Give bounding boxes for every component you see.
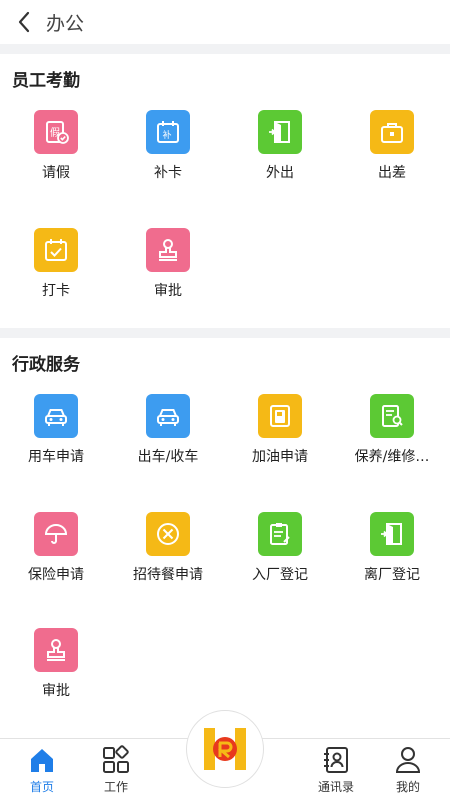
tab-contacts[interactable]: 通讯录 [296,745,376,799]
fuel-icon [258,394,302,438]
tab-profile[interactable]: 我的 [368,745,448,799]
item-label: 外出 [266,165,294,181]
item-label: 补卡 [154,165,182,181]
section-divider [0,328,450,338]
center-logo-button[interactable] [186,710,264,788]
home-icon [31,749,53,772]
admin-fuel-request-button[interactable]: 加油申请 [224,394,336,494]
attendance-clock-in-button[interactable]: 打卡 [0,228,112,328]
section-divider [0,44,450,54]
top-bar: 办公 [0,0,450,44]
item-label: 招待餐申请 [133,567,203,583]
item-label: 出车/收车 [137,449,199,465]
admin-entry-registration-button[interactable]: 入厂登记 [224,512,336,612]
stamp-icon [34,628,78,672]
section-title-admin-services: 行政服务 [12,355,80,375]
door-exit-icon [370,512,414,556]
admin-exit-registration-button[interactable]: 离厂登记 [336,512,448,612]
tab-work[interactable]: 工作 [76,745,156,799]
section-title-attendance: 员工考勤 [12,71,80,91]
attendance-business-trip-button[interactable]: 出差 [336,110,448,210]
attendance-makeup-card-button[interactable]: 补 补卡 [112,110,224,210]
car-icon [146,394,190,438]
calendar-check-icon [34,228,78,272]
car-icon [34,394,78,438]
umbrella-icon [34,512,78,556]
admin-approval-button[interactable]: 审批 [0,628,112,728]
admin-maintenance-button[interactable]: 保养/维修… [336,394,448,494]
attendance-go-out-button[interactable]: 外出 [224,110,336,210]
admin-dispatch-return-button[interactable]: 出车/收车 [112,394,224,494]
back-button[interactable] [4,0,44,44]
item-label: 离厂登记 [364,567,420,583]
attendance-leave-button[interactable]: 假 请假 [0,110,112,210]
attendance-approval-button[interactable]: 审批 [112,228,224,328]
item-label: 审批 [154,283,182,299]
back-arrow-icon [18,11,30,33]
tab-label: 工作 [103,780,128,794]
leave-icon: 假 [34,110,78,154]
item-label: 保险申请 [28,567,84,583]
company-logo-icon [204,728,246,770]
contacts-icon [324,747,348,773]
page-title: 办公 [46,12,85,35]
svg-text:补: 补 [163,129,172,141]
item-label: 打卡 [42,283,70,299]
tab-label: 首页 [29,780,54,794]
item-label: 出差 [378,165,406,181]
item-label: 请假 [42,165,70,181]
admin-hospitality-meal-button[interactable]: 招待餐申请 [112,512,224,612]
door-exit-icon [258,110,302,154]
item-label: 保养/维修… [354,449,430,465]
admin-insurance-button[interactable]: 保险申请 [0,512,112,612]
item-label: 入厂登记 [252,567,308,583]
item-label: 加油申请 [252,449,308,465]
admin-vehicle-request-button[interactable]: 用车申请 [0,394,112,494]
tab-label: 我的 [395,780,420,794]
maintenance-doc-icon [370,394,414,438]
tab-home[interactable]: 首页 [2,745,82,799]
briefcase-icon [370,110,414,154]
item-label: 审批 [42,683,70,699]
tab-label: 通讯录 [317,780,354,794]
item-label: 用车申请 [28,449,84,465]
register-doc-icon [258,512,302,556]
cutlery-icon [146,512,190,556]
stamp-icon [146,228,190,272]
apps-grid-icon [103,745,129,773]
calendar-card-icon: 补 [146,110,190,154]
profile-icon [395,747,421,773]
